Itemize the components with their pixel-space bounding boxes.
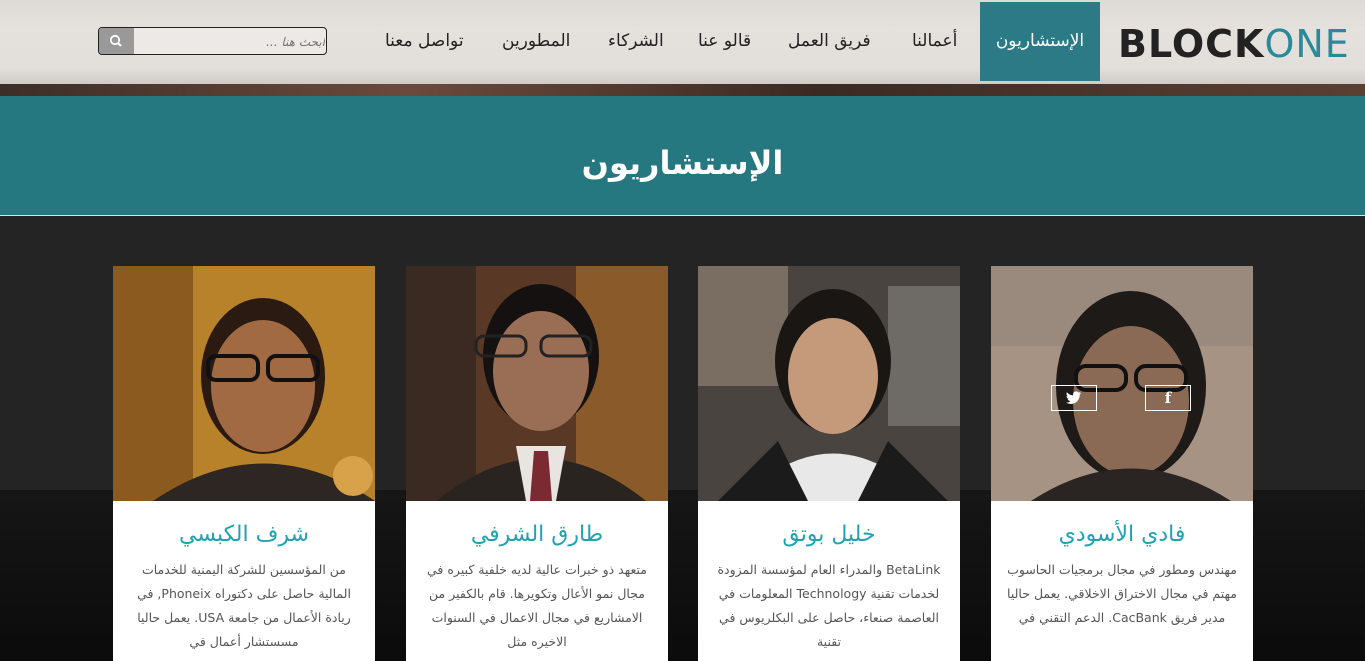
nav-label: المطورين bbox=[502, 31, 571, 51]
consultant-name: خليل بوتق bbox=[782, 522, 876, 547]
nav-label: تواصل معنا bbox=[385, 31, 464, 51]
consultant-photo bbox=[991, 266, 1253, 501]
consultant-bio: مهندس ومطور في مجال برمجيات الحاسوب مهتم… bbox=[1007, 562, 1237, 625]
consultant-bio: BetaLink والمدراء العام لمؤسسة المزودة ل… bbox=[717, 562, 941, 649]
consultant-card: خليل بوتق BetaLink والمدراء العام لمؤسسة… bbox=[698, 266, 960, 661]
nav-label: أعمالنا bbox=[912, 31, 958, 51]
facebook-button[interactable]: f bbox=[1145, 385, 1191, 411]
consultant-name: فادي الأسودي bbox=[1058, 522, 1186, 547]
page-title: الإستشاريون bbox=[581, 144, 784, 182]
site-header: BLOCKONE الإستشاريون أعمالنا فريق العمل … bbox=[0, 0, 1365, 96]
facebook-icon: f bbox=[1164, 389, 1172, 407]
nav-item-contact[interactable]: تواصل معنا bbox=[385, 2, 464, 81]
page-banner: الإستشاريون bbox=[0, 96, 1365, 299]
search-button[interactable] bbox=[99, 28, 134, 54]
nav-item-team[interactable]: فريق العمل bbox=[788, 2, 871, 81]
nav-label: الإستشاريون bbox=[995, 31, 1085, 51]
consultant-card: f فادي الأسودي مهندس ومطور في مجال برمجي… bbox=[991, 266, 1253, 661]
consultant-photo bbox=[698, 266, 960, 501]
nav-label: فريق العمل bbox=[788, 31, 871, 51]
consultant-photo bbox=[406, 266, 668, 501]
consultant-portrait-image bbox=[113, 266, 375, 501]
header-backdrop-strip bbox=[0, 84, 1365, 96]
consultant-bio: من المؤسسين للشركة اليمنية للخدمات المال… bbox=[137, 562, 351, 649]
site-logo[interactable]: BLOCKONE bbox=[1118, 22, 1349, 68]
consultant-bio: متعهد ذو خبرات عالية لديه خلفية كبيره في… bbox=[427, 562, 647, 649]
search-input[interactable] bbox=[135, 28, 327, 56]
nav-item-consultants[interactable]: الإستشاريون bbox=[980, 2, 1100, 81]
consultant-photo bbox=[113, 266, 375, 501]
twitter-icon bbox=[1066, 391, 1081, 404]
search-icon bbox=[109, 34, 122, 47]
consultant-portrait-image bbox=[406, 266, 668, 501]
nav-item-works[interactable]: أعمالنا bbox=[912, 2, 957, 81]
consultant-name: طارق الشرفي bbox=[470, 522, 604, 547]
nav-item-developers[interactable]: المطورين bbox=[502, 2, 570, 81]
search-box bbox=[98, 27, 327, 56]
consultant-card: شرف الكبسي من المؤسسين للشركة اليمنية لل… bbox=[113, 266, 375, 661]
nav-item-testimonials[interactable]: قالو عنا bbox=[698, 2, 751, 81]
nav-item-partners[interactable]: الشركاء bbox=[608, 2, 664, 81]
nav-label: قالو عنا bbox=[698, 31, 752, 51]
consultant-portrait-image bbox=[991, 266, 1253, 501]
consultant-name: شرف الكبسي bbox=[179, 522, 309, 547]
consultant-portrait-image bbox=[698, 266, 960, 501]
consultant-card: طارق الشرفي متعهد ذو خبرات عالية لديه خل… bbox=[406, 266, 668, 661]
logo-part2: ONE bbox=[1264, 22, 1350, 66]
logo-part1: BLOCK bbox=[1118, 22, 1265, 66]
twitter-button[interactable] bbox=[1051, 385, 1097, 411]
nav-label: الشركاء bbox=[608, 31, 664, 51]
